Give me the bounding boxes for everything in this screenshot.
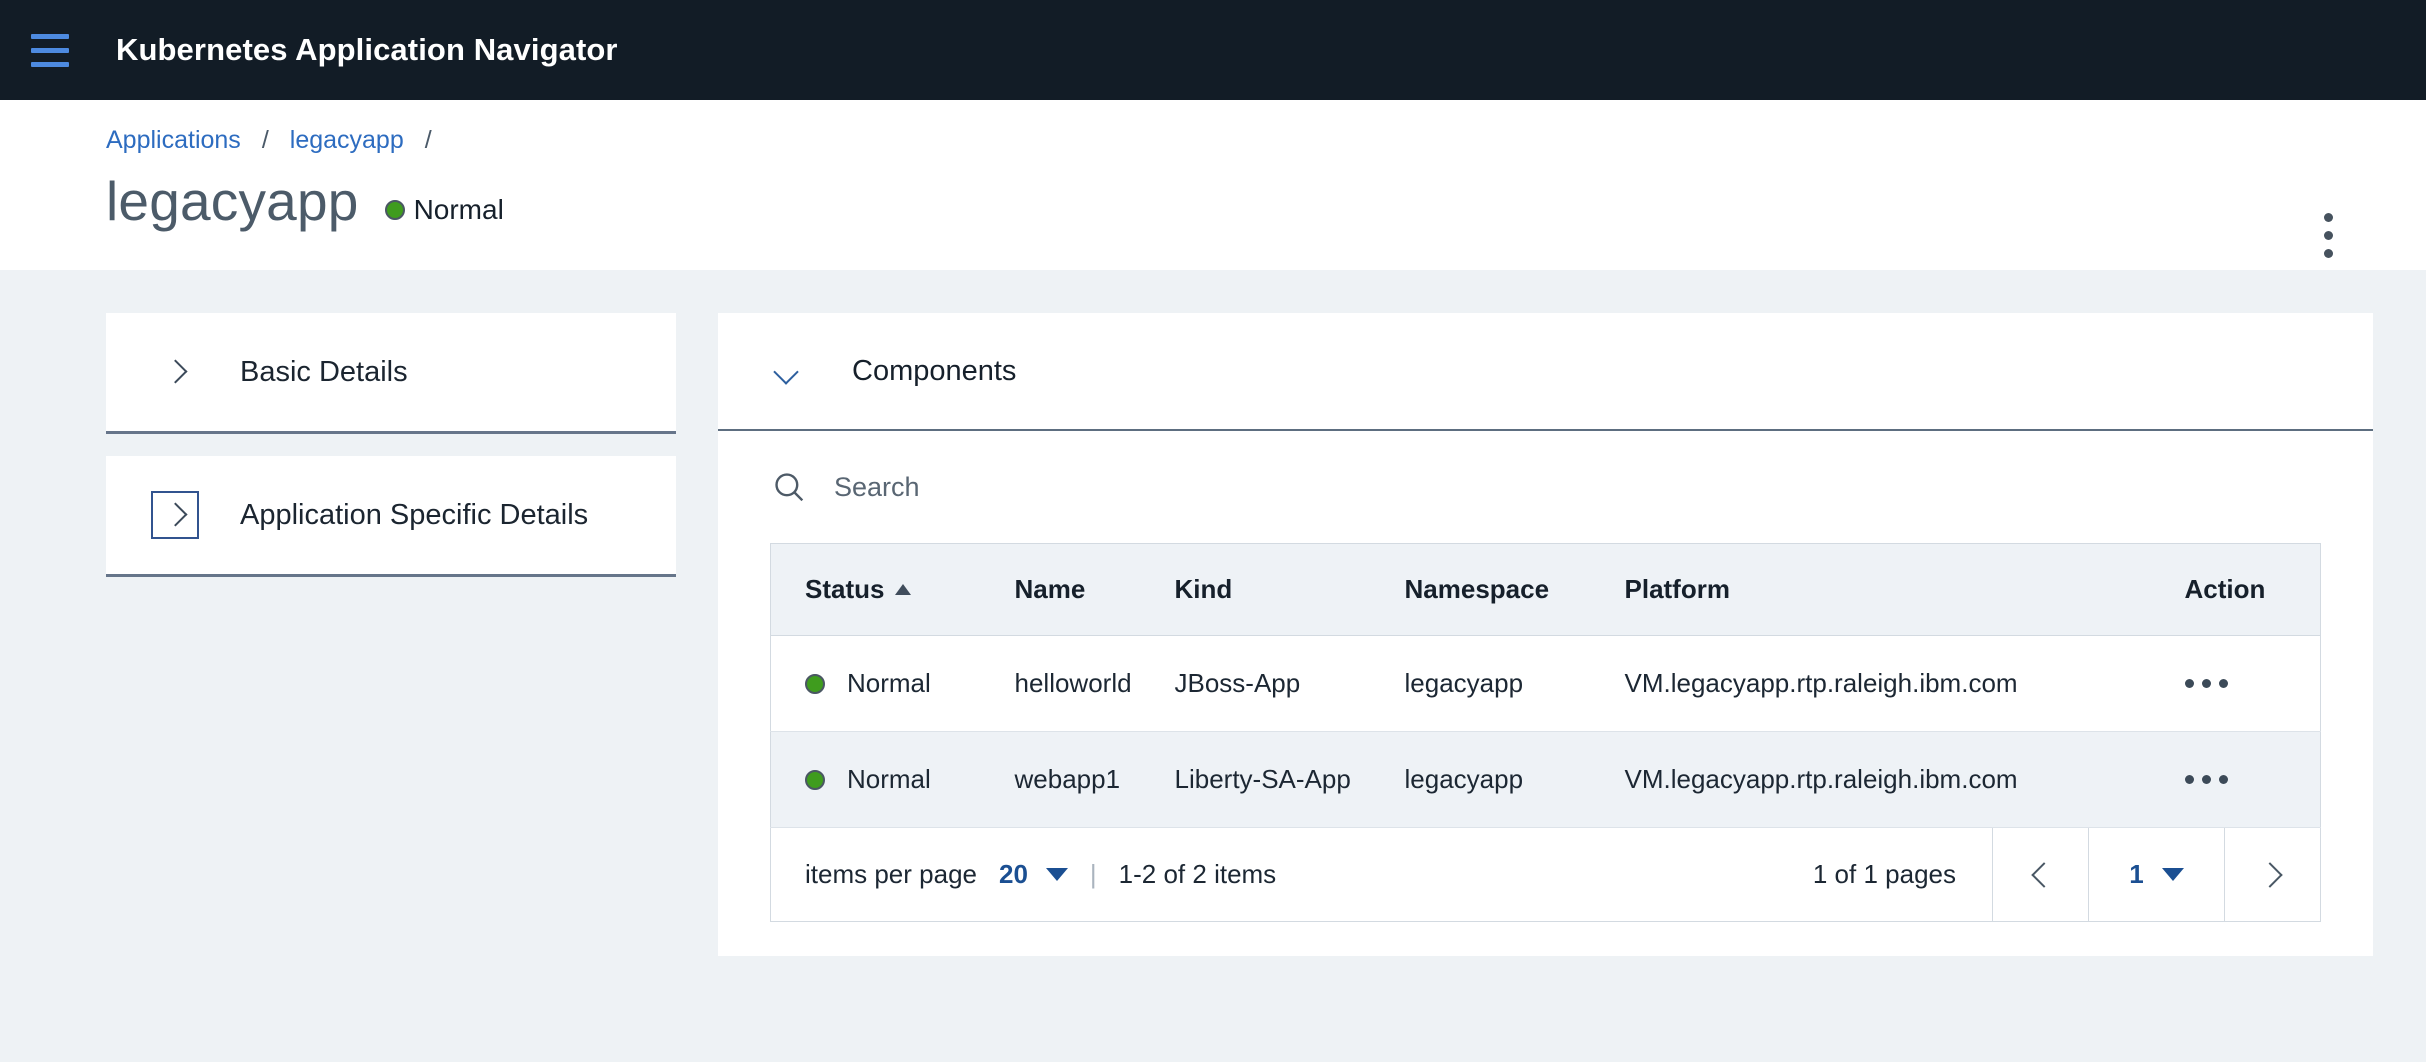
chevron-left-icon	[2030, 861, 2057, 888]
app-header: Kubernetes Application Navigator	[0, 0, 2426, 100]
components-table: Status Name Kind Namespace Platform Acti…	[770, 543, 2321, 828]
accordion-header[interactable]: Application Specific Details	[106, 456, 676, 574]
cell-name: webapp1	[980, 731, 1141, 828]
hamburger-bar	[31, 47, 69, 53]
table-row[interactable]: Normal helloworld JBoss-App legacyapp VM…	[770, 635, 2321, 732]
hamburger-menu-icon[interactable]	[22, 22, 78, 78]
cell-status: Normal	[770, 731, 981, 828]
breadcrumb: Applications / legacyapp /	[106, 100, 2380, 155]
pagination-bar: items per page 20 | 1-2 of 2 items 1 of …	[770, 827, 2321, 922]
cell-status: Normal	[770, 635, 981, 732]
overflow-dot	[2201, 775, 2211, 784]
pagination-pages-text: 1 of 1 pages	[1812, 859, 1956, 889]
column-header-name[interactable]: Name	[980, 543, 1141, 636]
column-header-namespace[interactable]: Namespace	[1370, 543, 1591, 636]
breadcrumb-item-applications[interactable]: Applications	[106, 126, 241, 155]
status-badge: Normal	[805, 668, 981, 699]
cell-platform: VM.legacyapp.rtp.raleigh.ibm.com	[1590, 635, 2151, 732]
status-dot-icon	[805, 769, 825, 790]
pagination-divider: |	[1089, 859, 1097, 889]
column-header-platform[interactable]: Platform	[1590, 543, 2151, 636]
page-header: Applications / legacyapp / legacyapp Nor…	[0, 100, 2426, 270]
status-dot-icon	[805, 673, 825, 694]
overflow-vertical-icon[interactable]	[2300, 200, 2356, 270]
cell-namespace: legacyapp	[1370, 731, 1591, 828]
search-icon	[775, 473, 804, 502]
overflow-dot	[2184, 679, 2194, 688]
column-header-action: Action	[2150, 543, 2321, 636]
page-number-select[interactable]: 1	[2088, 827, 2224, 922]
breadcrumb-item-legacyapp[interactable]: legacyapp	[290, 126, 404, 155]
pagination-range: 1-2 of 2 items	[1118, 859, 1277, 889]
accordion-item-label: Basic Details	[240, 355, 408, 388]
table-header: Status Name Kind Namespace Platform Acti…	[770, 543, 2321, 636]
components-panel-title: Components	[852, 354, 1017, 387]
cell-namespace: legacyapp	[1370, 635, 1591, 732]
current-page-value: 1	[2129, 859, 2144, 889]
cell-action	[2150, 731, 2321, 828]
app-title: Kubernetes Application Navigator	[116, 32, 618, 67]
status-badge: Normal	[805, 764, 981, 795]
table-body: Normal helloworld JBoss-App legacyapp VM…	[770, 635, 2321, 828]
status-label: Normal	[847, 668, 931, 698]
breadcrumb-separator: /	[424, 126, 432, 154]
chevron-right-icon	[158, 355, 192, 389]
cell-kind: Liberty-SA-App	[1140, 731, 1371, 828]
components-table-wrapper: Status Name Kind Namespace Platform Acti…	[718, 543, 2373, 922]
overflow-dot	[2323, 248, 2333, 258]
items-per-page-label: items per page	[805, 859, 977, 889]
page-content: Basic Details Application Specific Detai…	[0, 270, 2426, 956]
pagination-left: items per page 20 | 1-2 of 2 items	[771, 859, 1276, 890]
sort-ascending-icon	[895, 584, 912, 595]
accordion-item-application-specific-details[interactable]: Application Specific Details	[106, 456, 676, 577]
status-dot-icon	[384, 200, 405, 220]
overflow-horizontal-icon[interactable]	[2184, 679, 2321, 688]
components-panel-header[interactable]: Components	[718, 313, 2373, 431]
chevron-down-icon	[2161, 868, 2184, 881]
cell-action	[2150, 635, 2321, 732]
breadcrumb-separator: /	[261, 126, 269, 154]
hamburger-bar	[31, 33, 69, 39]
chevron-right-icon	[151, 491, 199, 539]
status-badge: Normal	[384, 194, 504, 226]
chevron-down-icon	[1045, 868, 1068, 881]
search-placeholder: Search	[834, 471, 920, 502]
page-title: legacyapp	[106, 170, 359, 232]
column-header-label: Status	[805, 574, 885, 604]
overflow-dot	[2218, 775, 2228, 784]
cell-name: helloworld	[980, 635, 1141, 732]
chevron-down-icon	[770, 354, 804, 388]
items-per-page-select[interactable]: 20	[999, 859, 1068, 890]
components-card: Components Search Status Name Kind Names…	[718, 313, 2373, 956]
accordion-item-basic-details[interactable]: Basic Details	[106, 313, 676, 434]
title-row: legacyapp Normal	[106, 170, 2380, 232]
hamburger-bar	[31, 61, 69, 67]
table-header-row: Status Name Kind Namespace Platform Acti…	[770, 543, 2321, 636]
chevron-right-icon	[2256, 861, 2283, 888]
status-label: Normal	[847, 764, 931, 794]
table-row[interactable]: Normal webapp1 Liberty-SA-App legacyapp …	[770, 731, 2321, 828]
accordion-item-label: Application Specific Details	[240, 498, 589, 531]
overflow-dot	[2323, 212, 2333, 222]
column-header-kind[interactable]: Kind	[1140, 543, 1371, 636]
overflow-dot	[2218, 679, 2228, 688]
previous-page-button[interactable]	[1992, 827, 2088, 922]
cell-kind: JBoss-App	[1140, 635, 1371, 732]
status-label: Normal	[413, 194, 504, 225]
cell-platform: VM.legacyapp.rtp.raleigh.ibm.com	[1590, 731, 2151, 828]
details-accordion: Basic Details Application Specific Detai…	[106, 313, 676, 577]
overflow-horizontal-icon[interactable]	[2184, 775, 2321, 784]
overflow-dot	[2201, 679, 2211, 688]
column-header-status[interactable]: Status	[770, 543, 981, 636]
overflow-dot	[2323, 230, 2333, 240]
search-input[interactable]: Search	[718, 431, 2373, 543]
next-page-button[interactable]	[2224, 827, 2320, 922]
items-per-page-value: 20	[998, 859, 1028, 889]
overflow-dot	[2184, 775, 2194, 784]
accordion-header[interactable]: Basic Details	[106, 313, 676, 431]
accordion-gap	[106, 434, 676, 456]
